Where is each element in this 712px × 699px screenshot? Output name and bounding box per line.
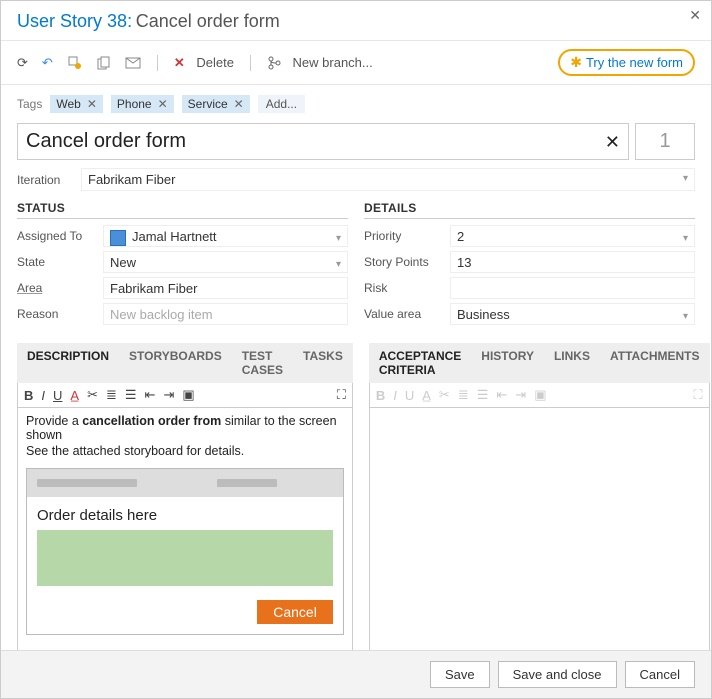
- clear-format-icon: ✂: [439, 387, 450, 403]
- iteration-label: Iteration: [17, 173, 71, 187]
- mock-title: Order details here: [37, 507, 333, 524]
- tags-label: Tags: [17, 97, 42, 111]
- remove-tag-icon[interactable]: ✕: [234, 97, 244, 111]
- underline-icon: U: [405, 388, 414, 403]
- separator: [250, 55, 251, 71]
- mock-cancel-button: Cancel: [257, 600, 333, 624]
- maximize-icon[interactable]: ⛶: [337, 387, 346, 403]
- save-close-button[interactable]: Save and close: [498, 661, 617, 688]
- italic-icon: I: [393, 388, 397, 403]
- tab-acceptance-criteria[interactable]: ACCEPTANCE CRITERIA: [369, 343, 471, 383]
- tab-history[interactable]: HISTORY: [471, 343, 544, 383]
- sparkle-icon: ✱: [570, 54, 582, 71]
- clear-format-icon[interactable]: ✂: [87, 387, 98, 403]
- remove-tag-icon[interactable]: ✕: [158, 97, 168, 111]
- mockup-image: Order details here Cancel: [26, 468, 344, 635]
- value-area-label: Value area: [364, 307, 450, 321]
- bold-icon[interactable]: B: [24, 388, 33, 403]
- reason-field[interactable]: New backlog item: [103, 303, 348, 325]
- avatar: [110, 230, 126, 246]
- close-icon[interactable]: ✕: [689, 7, 701, 24]
- new-branch-button[interactable]: New branch...: [267, 55, 373, 70]
- remove-tag-icon[interactable]: ✕: [87, 97, 97, 111]
- italic-icon[interactable]: I: [41, 388, 45, 403]
- assigned-to-field[interactable]: Jamal Hartnett▾: [103, 225, 348, 247]
- tab-storyboards[interactable]: STORYBOARDS: [119, 343, 232, 383]
- number-list-icon: ☰: [477, 387, 489, 403]
- undo-icon[interactable]: ↶: [42, 55, 53, 71]
- tab-test-cases[interactable]: TEST CASES: [232, 343, 293, 383]
- bold-icon: B: [376, 388, 385, 403]
- chevron-down-icon: ▾: [336, 230, 341, 248]
- outdent-icon: ⇤: [496, 387, 507, 403]
- separator: [157, 55, 158, 71]
- refresh-icon[interactable]: ⟳: [17, 55, 28, 71]
- delete-button[interactable]: ✕ Delete: [174, 55, 234, 71]
- assigned-to-label: Assigned To: [17, 229, 103, 243]
- email-icon[interactable]: [125, 57, 141, 69]
- area-field[interactable]: Fabrikam Fiber: [103, 277, 348, 299]
- underline-icon[interactable]: U: [53, 388, 62, 403]
- rich-editor-toolbar-disabled: B I U A̲ ✂ ≣ ☰ ⇤ ⇥ ▣ ⛶: [369, 383, 710, 408]
- rich-editor-toolbar: B I U A̲ ✂ ≣ ☰ ⇤ ⇥ ▣ ⛶: [17, 383, 353, 408]
- add-tag-button[interactable]: Add...: [258, 95, 305, 113]
- number-list-icon[interactable]: ☰: [125, 387, 137, 403]
- state-label: State: [17, 255, 103, 269]
- details-header: DETAILS: [364, 201, 695, 219]
- acceptance-criteria-editor[interactable]: [369, 408, 710, 656]
- header-title: Cancel order form: [136, 11, 280, 31]
- risk-field[interactable]: [450, 277, 695, 299]
- workitem-id: 38: [107, 11, 127, 31]
- bullet-list-icon[interactable]: ≣: [106, 387, 117, 403]
- state-field[interactable]: New▾: [103, 251, 348, 273]
- maximize-icon[interactable]: ⛶: [693, 387, 702, 403]
- tag-phone[interactable]: Phone✕: [111, 95, 174, 113]
- indent-icon: ⇥: [515, 387, 526, 403]
- effort-input[interactable]: 1: [635, 123, 695, 160]
- status-header: STATUS: [17, 201, 348, 219]
- cancel-button[interactable]: Cancel: [625, 661, 695, 688]
- area-label: Area: [17, 281, 103, 295]
- mock-green-block: [37, 530, 333, 586]
- chevron-down-icon: ▾: [683, 308, 688, 326]
- priority-field[interactable]: 2▾: [450, 225, 695, 247]
- chevron-down-icon: ▾: [683, 173, 688, 184]
- priority-label: Priority: [364, 229, 450, 243]
- chevron-down-icon: ▾: [683, 230, 688, 248]
- image-icon[interactable]: ▣: [182, 387, 194, 403]
- value-area-field[interactable]: Business▾: [450, 303, 695, 325]
- reason-label: Reason: [17, 307, 103, 321]
- indent-icon[interactable]: ⇥: [163, 387, 174, 403]
- workitem-type: User Story: [17, 11, 102, 31]
- risk-label: Risk: [364, 281, 450, 295]
- toolbar: ⟳ ↶ ✕ Delete New branch... ✱Try the new …: [1, 41, 711, 85]
- tag-web[interactable]: Web✕: [50, 95, 103, 113]
- description-editor[interactable]: Provide a cancellation order from simila…: [17, 408, 353, 656]
- try-new-form-button[interactable]: ✱Try the new form: [558, 49, 695, 76]
- clear-title-icon[interactable]: ✕: [605, 132, 620, 153]
- font-color-icon: A̲: [422, 388, 431, 403]
- tab-attachments[interactable]: ATTACHMENTS: [600, 343, 710, 383]
- save-button[interactable]: Save: [430, 661, 490, 688]
- copy-icon[interactable]: [97, 56, 111, 70]
- font-color-icon[interactable]: A̲: [70, 388, 79, 403]
- story-points-field[interactable]: 13: [450, 251, 695, 273]
- tab-links[interactable]: LINKS: [544, 343, 600, 383]
- tab-description[interactable]: DESCRIPTION: [17, 343, 119, 383]
- outdent-icon[interactable]: ⇤: [145, 387, 156, 403]
- iteration-field[interactable]: Fabrikam Fiber▾: [81, 168, 695, 191]
- assign-icon[interactable]: [67, 55, 83, 71]
- bullet-list-icon: ≣: [458, 387, 469, 403]
- story-points-label: Story Points: [364, 255, 450, 269]
- chevron-down-icon: ▾: [336, 256, 341, 274]
- title-input[interactable]: Cancel order form✕: [17, 123, 629, 160]
- dialog-footer: Save Save and close Cancel: [1, 650, 711, 698]
- image-icon: ▣: [534, 387, 546, 403]
- tab-tasks[interactable]: TASKS: [293, 343, 353, 383]
- tag-service[interactable]: Service✕: [182, 95, 250, 113]
